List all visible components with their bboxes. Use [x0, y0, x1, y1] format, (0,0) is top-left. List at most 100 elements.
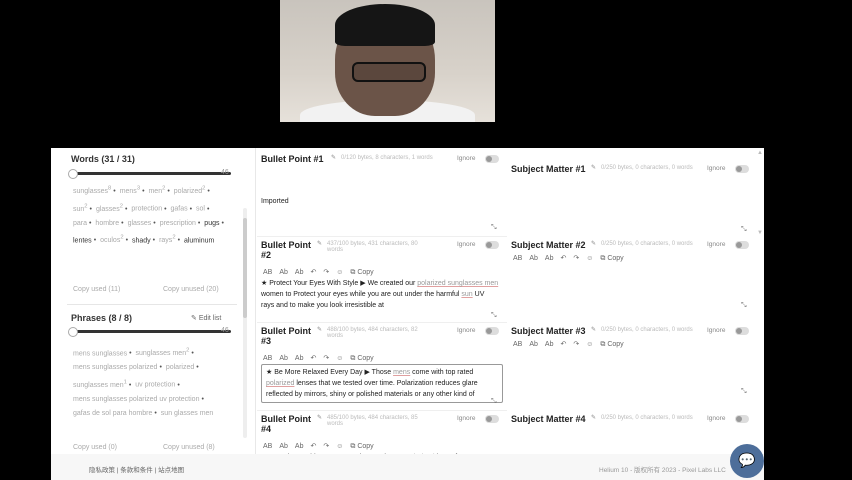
word-chip[interactable]: sunglasses8 — [73, 186, 111, 195]
phrase-chip[interactable]: sunglasses men2 — [136, 348, 190, 357]
copy-unused-phrases-button[interactable]: Copy unused (8) — [163, 444, 215, 451]
word-chip[interactable]: glasses — [128, 220, 152, 227]
word-chip[interactable]: glasses2 — [96, 203, 123, 212]
edit-list-link[interactable]: ✎ Edit list — [191, 314, 221, 322]
word-chip[interactable]: polarized2 — [174, 186, 206, 195]
word-chip[interactable]: sun2 — [73, 203, 88, 212]
word-chip[interactable]: mens3 — [120, 186, 140, 195]
resize-handle-icon[interactable]: ⤡ — [491, 312, 497, 320]
undo-icon[interactable]: ↶ — [310, 443, 316, 450]
edit-pencil-icon[interactable]: ✎ — [591, 240, 596, 247]
sentencecase-button[interactable]: Ab — [295, 443, 304, 450]
titlecase-button[interactable]: Ab — [529, 255, 538, 262]
edit-pencil-icon[interactable]: ✎ — [317, 240, 322, 247]
word-chip[interactable]: oculos2 — [100, 235, 123, 244]
copy-button[interactable]: ⧉ Copy — [600, 255, 630, 262]
phrase-chip[interactable]: uv protection — [135, 382, 175, 389]
titlecase-button[interactable]: Ab — [279, 355, 288, 362]
sentencecase-button[interactable]: Ab — [545, 341, 554, 348]
word-chip[interactable]: sol — [196, 206, 205, 213]
emoji-icon[interactable]: ☺ — [336, 443, 343, 450]
sentencecase-button[interactable]: Ab — [545, 255, 554, 262]
edit-pencil-icon[interactable]: ✎ — [317, 414, 322, 421]
edit-pencil-icon[interactable]: ✎ — [317, 326, 322, 333]
scroll-up-arrow-icon[interactable]: ▲ — [757, 150, 763, 156]
ignore-toggle[interactable] — [735, 327, 749, 335]
resize-handle-icon[interactable]: ⤡ — [741, 302, 747, 310]
resize-handle-icon[interactable]: ⤡ — [491, 398, 497, 406]
footer-links[interactable]: 隐私政策 | 条款和条件 | 站点地图 — [89, 464, 184, 474]
uppercase-button[interactable]: AB — [513, 255, 522, 262]
page-scrollbar[interactable]: ▲ ▼ — [757, 148, 763, 448]
emoji-icon[interactable]: ☺ — [336, 355, 343, 362]
sidebar-scrollbar[interactable] — [243, 208, 247, 438]
undo-icon[interactable]: ↶ — [560, 341, 566, 348]
redo-icon[interactable]: ↷ — [323, 355, 329, 362]
edit-pencil-icon[interactable]: ✎ — [591, 326, 596, 333]
edit-pencil-icon[interactable]: ✎ — [591, 414, 596, 421]
redo-icon[interactable]: ↷ — [573, 341, 579, 348]
copy-button[interactable]: ⧉ Copy — [600, 341, 630, 348]
resize-handle-icon[interactable]: ⤡ — [491, 224, 497, 232]
word-chip[interactable]: para — [73, 220, 87, 227]
subject-matter-textarea[interactable] — [511, 352, 749, 392]
emoji-icon[interactable]: ☺ — [336, 269, 343, 276]
word-chip[interactable]: lentes — [73, 237, 92, 244]
ignore-toggle[interactable] — [485, 155, 499, 163]
undo-icon[interactable]: ↶ — [310, 269, 316, 276]
ignore-toggle[interactable] — [735, 241, 749, 249]
copy-used-words-button[interactable]: Copy used (11) — [73, 286, 120, 293]
edit-pencil-icon[interactable]: ✎ — [331, 154, 336, 161]
bullet-point-textarea[interactable]: Imported — [261, 196, 499, 236]
sentencecase-button[interactable]: Ab — [295, 355, 304, 362]
scroll-down-arrow-icon[interactable]: ▼ — [757, 230, 763, 236]
word-chip[interactable]: hombre — [95, 220, 119, 227]
subject-matter-textarea[interactable] — [511, 190, 749, 230]
word-chip[interactable]: pugs — [204, 220, 219, 227]
words-slider-knob[interactable] — [68, 169, 78, 179]
word-chip[interactable]: protection — [131, 206, 162, 213]
redo-icon[interactable]: ↷ — [573, 255, 579, 262]
titlecase-button[interactable]: Ab — [279, 269, 288, 276]
ignore-toggle[interactable] — [735, 165, 749, 173]
phrase-chip[interactable]: mens sunglasses — [73, 350, 127, 357]
phrases-slider-knob[interactable] — [68, 327, 78, 337]
uppercase-button[interactable]: AB — [263, 443, 272, 450]
phrase-chip[interactable]: sun glasses men — [161, 410, 214, 417]
titlecase-button[interactable]: Ab — [279, 443, 288, 450]
emoji-icon[interactable]: ☺ — [586, 341, 593, 348]
resize-handle-icon[interactable]: ⤡ — [741, 226, 747, 234]
word-chip[interactable]: gafas — [171, 206, 188, 213]
ignore-toggle[interactable] — [735, 415, 749, 423]
undo-icon[interactable]: ↶ — [560, 255, 566, 262]
copy-button[interactable]: ⧉ Copy — [350, 269, 380, 276]
uppercase-button[interactable]: AB — [263, 355, 272, 362]
word-chip[interactable]: aluminum — [184, 237, 214, 244]
word-chip[interactable]: men2 — [148, 186, 165, 195]
ignore-toggle[interactable] — [485, 415, 499, 423]
uppercase-button[interactable]: AB — [263, 269, 272, 276]
phrase-chip[interactable]: polarized — [166, 364, 194, 371]
edit-pencil-icon[interactable]: ✎ — [591, 164, 596, 171]
copy-used-phrases-button[interactable]: Copy used (0) — [73, 444, 117, 451]
bullet-point-textarea[interactable]: ★ Protect Your Eyes With Style ▶ We crea… — [261, 278, 499, 311]
sidebar-scrollbar-thumb[interactable] — [243, 218, 247, 318]
copy-button[interactable]: ⧉ Copy — [350, 355, 380, 362]
subject-matter-textarea[interactable] — [511, 266, 749, 306]
resize-handle-icon[interactable]: ⤡ — [741, 388, 747, 396]
copy-button[interactable]: ⧉ Copy — [350, 443, 380, 450]
undo-icon[interactable]: ↶ — [310, 355, 316, 362]
phrase-chip[interactable]: sunglasses men1 — [73, 379, 127, 388]
word-chip[interactable]: shady — [132, 237, 151, 244]
copy-unused-words-button[interactable]: Copy unused (20) — [163, 286, 219, 293]
emoji-icon[interactable]: ☺ — [586, 255, 593, 262]
words-slider[interactable] — [68, 169, 231, 179]
ignore-toggle[interactable] — [485, 241, 499, 249]
ignore-toggle[interactable] — [485, 327, 499, 335]
sentencecase-button[interactable]: Ab — [295, 269, 304, 276]
uppercase-button[interactable]: AB — [513, 341, 522, 348]
phrases-slider[interactable] — [68, 327, 231, 337]
word-chip[interactable]: prescription — [160, 220, 196, 227]
chat-bubble-icon[interactable]: 💬 — [730, 444, 764, 478]
titlecase-button[interactable]: Ab — [529, 341, 538, 348]
